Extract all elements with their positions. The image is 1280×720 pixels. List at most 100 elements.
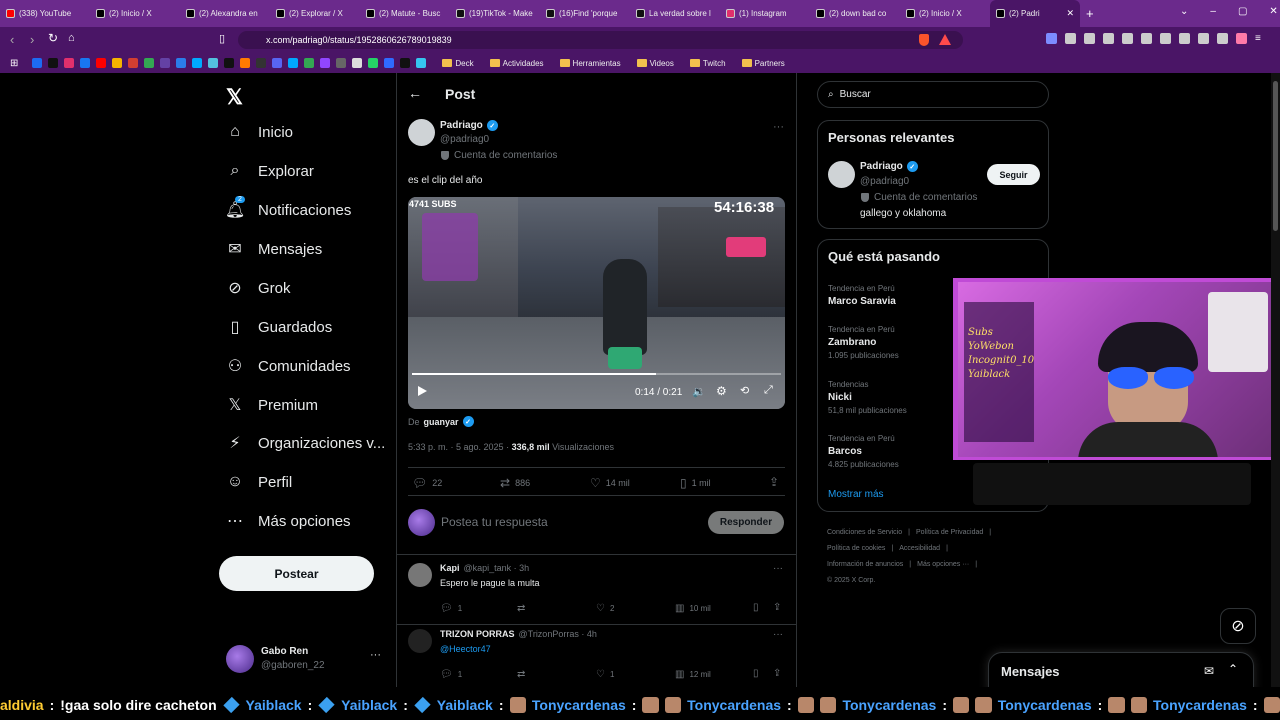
reply-stat[interactable]: 💬︎ 1 bbox=[440, 669, 462, 680]
repost-stat[interactable]: ⇄ bbox=[517, 669, 530, 680]
bookmark-site-icon[interactable] bbox=[80, 58, 91, 68]
footer-link[interactable]: Más opciones ··· bbox=[917, 557, 969, 573]
play-icon[interactable] bbox=[418, 386, 427, 396]
volume-icon[interactable]: 🔉 bbox=[692, 385, 706, 398]
account-switcher[interactable]: Gabo Ren @gaboren_22 ··· bbox=[226, 643, 386, 677]
footer-link[interactable]: Política de Privacidad bbox=[916, 525, 983, 541]
sidebar-item-premium[interactable]: 𝕏 Premium bbox=[226, 396, 318, 415]
avatar[interactable] bbox=[408, 563, 432, 587]
extension-icon[interactable] bbox=[1122, 33, 1133, 44]
extension-icon[interactable] bbox=[1217, 33, 1228, 44]
sidebar-item-notificaciones[interactable]: 🔔︎ 2 Notificaciones bbox=[225, 196, 351, 219]
trend-item[interactable]: Tendencia en Perú Marco Saravia bbox=[828, 284, 958, 307]
post-time[interactable]: 5:33 p. m. · 5 ago. 2025 · bbox=[408, 442, 512, 452]
sidebar-item-perfil[interactable]: ☺ Perfil bbox=[226, 473, 292, 491]
bookmark-site-icon[interactable] bbox=[320, 58, 331, 68]
like-stat[interactable]: ♡ 14 mil bbox=[590, 476, 630, 490]
bookmark-folder[interactable]: Twitch bbox=[689, 59, 726, 68]
footer-link[interactable]: Política de cookies bbox=[827, 541, 885, 557]
bookmark-folder[interactable]: Videos bbox=[636, 59, 674, 68]
extension-icon[interactable] bbox=[1065, 33, 1076, 44]
url-field[interactable]: x.com/padriag0/status/195286062678901983… bbox=[238, 31, 963, 49]
browser-tab[interactable]: La verdad sobre l bbox=[630, 0, 720, 27]
bookmark-site-icon[interactable] bbox=[256, 58, 267, 68]
browser-tab[interactable]: (2) Alexandra en bbox=[180, 0, 270, 27]
scrollbar-thumb[interactable] bbox=[1273, 81, 1278, 231]
bookmark-icon[interactable]: ▯ bbox=[753, 602, 759, 613]
reply-input[interactable]: Postea tu respuesta bbox=[441, 515, 548, 529]
loop-icon[interactable]: ⟲ bbox=[740, 384, 749, 397]
tab-list-icon[interactable]: ⌄ bbox=[1180, 6, 1188, 17]
bookmark-site-icon[interactable] bbox=[128, 58, 139, 68]
browser-tab[interactable]: (16)Find 'porque bbox=[540, 0, 630, 27]
bookmark-site-icon[interactable] bbox=[384, 58, 395, 68]
search-box[interactable]: ⌕ Buscar bbox=[817, 81, 1049, 108]
bookmark-site-icon[interactable] bbox=[352, 58, 363, 68]
more-icon[interactable]: ··· bbox=[370, 649, 381, 661]
back-icon[interactable]: ‹ bbox=[10, 32, 14, 47]
x-logo-icon[interactable]: 𝕏 bbox=[226, 85, 243, 110]
extension-icon[interactable] bbox=[1046, 33, 1057, 44]
reload-icon[interactable]: ↻ bbox=[48, 31, 58, 45]
footer-link[interactable]: © 2025 X Corp. bbox=[827, 573, 875, 589]
sidebar-item-guardados[interactable]: ▯ Guardados bbox=[226, 318, 333, 337]
extension-icon[interactable] bbox=[1198, 33, 1209, 44]
footer-link[interactable]: Condiciones de Servicio bbox=[827, 525, 902, 541]
bookmark-icon[interactable]: ▯ bbox=[753, 668, 759, 679]
reply-stat[interactable]: 💬︎ 22 bbox=[412, 476, 442, 490]
maximize-icon[interactable]: ▢ bbox=[1238, 6, 1247, 17]
minimize-icon[interactable]: – bbox=[1210, 6, 1216, 17]
post-button[interactable]: Postear bbox=[219, 556, 374, 591]
brave-shield-icon[interactable] bbox=[919, 34, 929, 46]
bookmark-site-icon[interactable] bbox=[112, 58, 123, 68]
messages-drawer[interactable]: Mensajes ✉ ⌃ bbox=[988, 652, 1254, 687]
browser-tab[interactable]: (2) Explorar / X bbox=[270, 0, 360, 27]
extension-icon[interactable] bbox=[1179, 33, 1190, 44]
sidebar-item-m-s-opciones[interactable]: ⋯ Más opciones bbox=[226, 512, 351, 531]
extension-icon[interactable] bbox=[1236, 33, 1247, 44]
bookmark-folder[interactable]: Actividades bbox=[489, 59, 544, 68]
close-window-icon[interactable]: ✕ bbox=[1269, 6, 1277, 17]
bookmark-folder[interactable]: Deck bbox=[442, 59, 474, 68]
bookmark-folder[interactable]: Partners bbox=[741, 59, 785, 68]
bookmark-site-icon[interactable] bbox=[144, 58, 155, 68]
browser-tab[interactable]: (2) Padri ✕ bbox=[990, 0, 1080, 27]
browser-tab[interactable]: (19)TikTok - Make bbox=[450, 0, 540, 27]
show-more-link[interactable]: Mostrar más bbox=[828, 489, 884, 500]
bookmark-page-icon[interactable]: ▯ bbox=[219, 32, 225, 45]
fullscreen-icon[interactable]: ⤢ bbox=[764, 384, 773, 397]
repost-stat[interactable]: ⇄ bbox=[517, 603, 530, 614]
browser-tab[interactable]: (338) YouTube bbox=[0, 0, 90, 27]
bookmark-site-icon[interactable] bbox=[64, 58, 75, 68]
bookmark-site-icon[interactable] bbox=[416, 58, 427, 68]
extension-icon[interactable] bbox=[1103, 33, 1114, 44]
footer-link[interactable]: Accesibilidad bbox=[899, 541, 940, 557]
bookmark-site-icon[interactable] bbox=[208, 58, 219, 68]
extension-icon[interactable] bbox=[1160, 33, 1171, 44]
forward-icon[interactable]: › bbox=[30, 32, 34, 47]
browser-tab[interactable]: (2) down bad co bbox=[810, 0, 900, 27]
follow-button[interactable]: Seguir bbox=[987, 164, 1040, 185]
reply-name[interactable]: TRIZON PORRAS bbox=[440, 629, 515, 639]
reply-more-icon[interactable]: ··· bbox=[773, 563, 783, 574]
footer-link[interactable]: Información de anuncios bbox=[827, 557, 903, 573]
back-arrow-icon[interactable]: ← bbox=[408, 85, 422, 101]
apps-icon[interactable]: ⊞ bbox=[10, 58, 18, 69]
bookmark-site-icon[interactable] bbox=[400, 58, 411, 68]
reply-stat[interactable]: 💬︎ 1 bbox=[440, 603, 462, 614]
new-message-icon[interactable]: ✉ bbox=[1204, 664, 1214, 678]
new-tab-icon[interactable]: + bbox=[1086, 6, 1094, 21]
bookmark-site-icon[interactable] bbox=[304, 58, 315, 68]
home-browser-icon[interactable]: ⌂ bbox=[68, 32, 75, 44]
browser-tab[interactable]: (2) Inicio / X bbox=[90, 0, 180, 27]
views-stat[interactable]: ▥ 10 mil bbox=[675, 603, 711, 614]
bookmark-site-icon[interactable] bbox=[240, 58, 251, 68]
author-handle[interactable]: @padriag0 bbox=[440, 134, 489, 145]
rewards-icon[interactable] bbox=[939, 34, 951, 45]
avatar[interactable] bbox=[828, 161, 855, 188]
browser-tab[interactable]: (2) Matute - Busc bbox=[360, 0, 450, 27]
trend-item[interactable]: Tendencia en Perú Barcos 4.825 publicacion… bbox=[828, 434, 958, 469]
avatar[interactable] bbox=[408, 629, 432, 653]
reply-name[interactable]: Kapi bbox=[440, 563, 460, 573]
browser-tab[interactable]: (2) Inicio / X bbox=[900, 0, 990, 27]
